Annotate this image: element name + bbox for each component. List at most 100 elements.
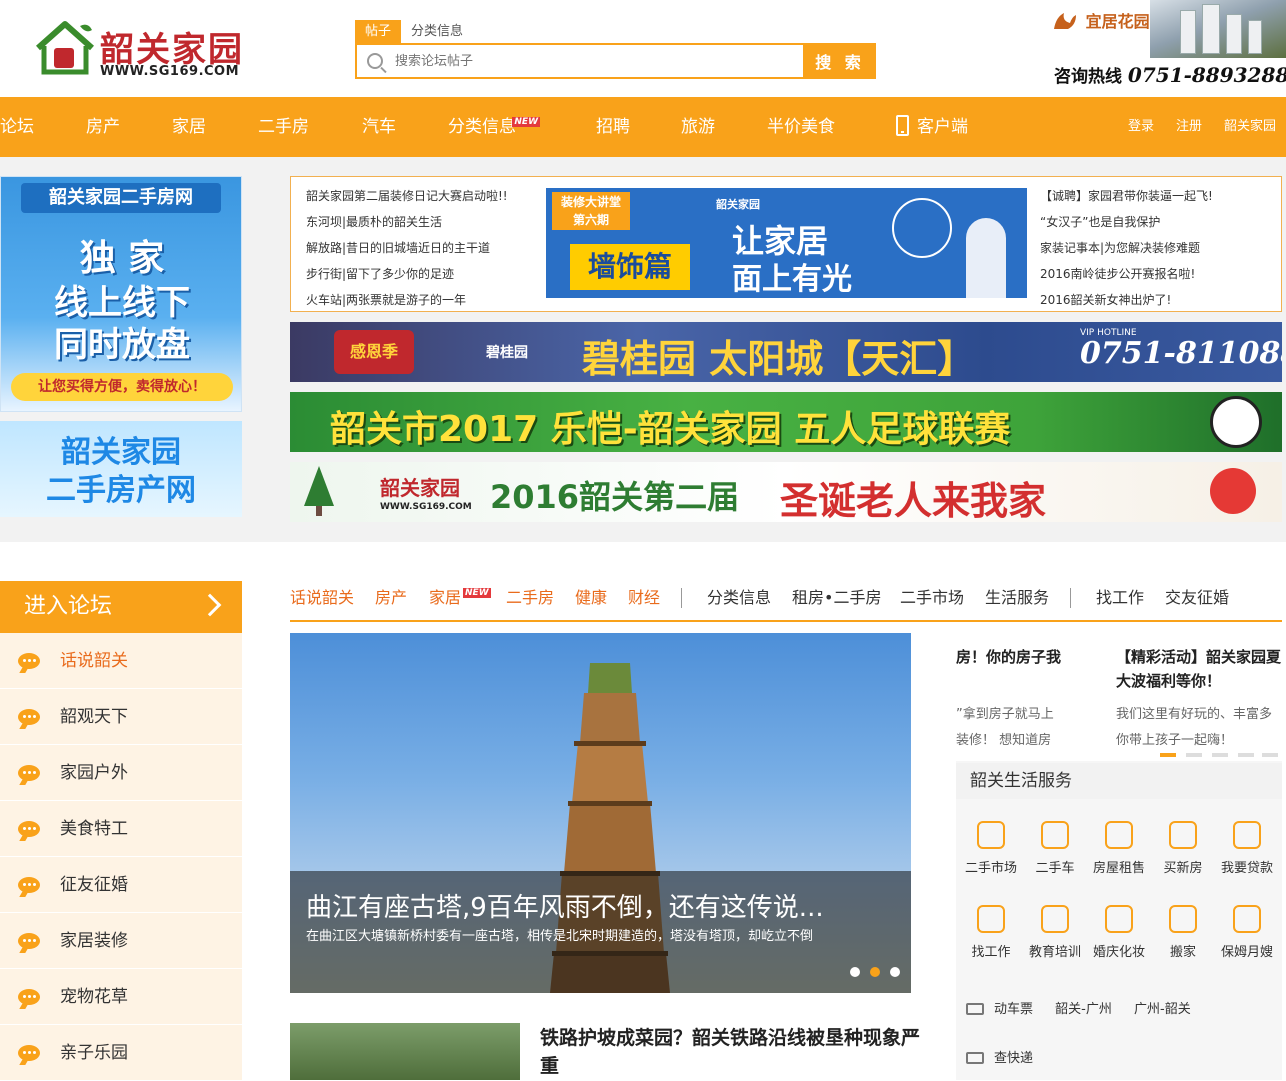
category-link[interactable]: 话说韶关 <box>290 584 354 608</box>
category-link[interactable]: 健康 <box>575 584 607 608</box>
decor-lecture-ad[interactable]: 装修大讲堂 第六期 墙饰篇 韶关家园 让家居 面上有光 <box>546 188 1027 298</box>
xmas-title1: 2016韶关第二届 <box>490 478 740 516</box>
banner-slogan: 让您买得方便，卖得放心！ <box>11 373 233 401</box>
divider <box>1070 588 1071 608</box>
login-link[interactable]: 登录 <box>1128 97 1154 157</box>
headline-link[interactable]: 家装记事本|为您解决装修难题 <box>1040 235 1213 261</box>
hero-caption: 曲江有座古塔,9百年风雨不倒，还有这传说... 在曲江区大塘镇新桥村委有一座古塔… <box>290 871 911 993</box>
christmas-tree-icon <box>304 466 334 516</box>
headline-link[interactable]: 韶关家园第二届装修日记大赛启动啦!! <box>306 183 508 209</box>
service-nanny[interactable]: 保姆月嫂 <box>1215 905 1279 960</box>
headline-link[interactable]: 解放路|昔日的旧城墙近日的主干道 <box>306 235 508 261</box>
sidebar-item[interactable]: 家园户外 <box>0 745 242 801</box>
search-tab-posts[interactable]: 帖子 <box>355 20 402 44</box>
search-tab-classified[interactable]: 分类信息 <box>401 20 473 44</box>
category-link[interactable]: 交友征婚 <box>1165 584 1229 608</box>
service-moving[interactable]: 搬家 <box>1151 905 1215 960</box>
sidebar-item[interactable]: 美食特工 <box>0 801 242 857</box>
register-link[interactable]: 注册 <box>1176 97 1202 157</box>
train-route[interactable]: 广州-韶关 <box>1134 1002 1191 1017</box>
country-garden-banner[interactable]: 感恩季 碧桂园 碧桂园 太阳城【天汇】 VIP HOTLINE 0751-811… <box>290 322 1282 382</box>
service-wedding[interactable]: 婚庆化妆 <box>1087 905 1151 960</box>
main-nav: 论坛 房产 家居 二手房 汽车 分类信息 NEW 招聘 旅游 半价美食 客户端 … <box>0 97 1286 157</box>
category-link[interactable]: 分类信息 <box>707 584 771 608</box>
express-label[interactable]: 查快递 <box>994 1051 1033 1066</box>
nav-classified[interactable]: 分类信息 NEW <box>448 97 540 157</box>
sidebar-item[interactable]: 宠物花草 <box>0 969 242 1025</box>
service-jobs[interactable]: 找工作 <box>959 905 1023 960</box>
nav-realestate[interactable]: 房产 <box>86 97 120 157</box>
service-label: 找工作 <box>971 945 1011 960</box>
nav-app[interactable]: 客户端 <box>896 97 968 157</box>
category-link[interactable]: 二手房 <box>506 584 554 608</box>
slider-pager[interactable] <box>1186 753 1202 757</box>
sidebar-item[interactable]: 征友征婚 <box>0 857 242 913</box>
nav-food[interactable]: 半价美食 <box>767 97 835 157</box>
nav-home[interactable]: 家居 <box>172 97 206 157</box>
headline-link[interactable]: “女汉子”也是自我保护 <box>1040 209 1213 235</box>
sidebar-item[interactable]: 亲子乐园 <box>0 1025 242 1081</box>
slider-pager[interactable] <box>1262 753 1278 757</box>
service-label: 婚庆化妆 <box>1092 945 1145 960</box>
headline-link[interactable]: 火车站|两张票就是游子的一年 <box>306 287 508 311</box>
enter-forum-button[interactable]: 进入论坛 <box>0 581 242 633</box>
train-label[interactable]: 动车票 <box>994 1002 1033 1017</box>
hotline-label: 咨询热线 <box>1054 67 1122 87</box>
headline-link[interactable]: 2016南岭徒步公开赛报名啦! <box>1040 261 1213 287</box>
category-link[interactable]: 财经 <box>628 584 660 608</box>
headline-link[interactable]: 东河坝|最质朴的韶关生活 <box>306 209 508 235</box>
football-league-banner[interactable]: 韶关市2017 乐恺-韶关家园 五人足球联赛 <box>290 392 1282 452</box>
slider-pager[interactable] <box>1212 753 1228 757</box>
secondhand-property-banner[interactable]: 韶关家园 二手房产网 <box>0 421 242 517</box>
nav-auto[interactable]: 汽车 <box>362 97 396 157</box>
hero-slider[interactable]: 曲江有座古塔,9百年风雨不倒，还有这传说... 在曲江区大塘镇新桥村委有一座古塔… <box>290 633 911 993</box>
right-column: 房！你的房子我 ”拿到房子就马上 装修！ 想知道房 【精彩活动】韶关家园夏 大波… <box>956 633 1282 1080</box>
category-link[interactable]: 租房•二手房 <box>792 584 881 608</box>
nav-travel[interactable]: 旅游 <box>681 97 715 157</box>
service-rent[interactable]: 房屋租售 <box>1087 821 1151 876</box>
train-route[interactable]: 韶关-广州 <box>1055 1002 1112 1017</box>
activity-slider[interactable]: 房！你的房子我 ”拿到房子就马上 装修！ 想知道房 【精彩活动】韶关家园夏 大波… <box>956 633 1282 761</box>
site-logo[interactable]: 韶关家园 WWW.SG169.COM <box>34 18 254 84</box>
category-link[interactable]: 找工作 <box>1096 584 1144 608</box>
slider-dot[interactable] <box>890 967 900 977</box>
category-link[interactable]: 房产 <box>375 584 407 608</box>
logo-url: WWW.SG169.COM <box>100 64 240 79</box>
category-link[interactable]: 二手市场 <box>900 584 964 608</box>
search-button[interactable]: 搜 索 <box>804 43 876 79</box>
headline-link[interactable]: 步行街|留下了多少你的足迹 <box>306 261 508 287</box>
news-title[interactable]: 铁路护坡成菜园？韶关铁路沿线被垦种现象严重 <box>540 1024 920 1080</box>
category-link[interactable]: 家居 NEW <box>429 584 491 608</box>
slide-desc: 我们这里有好玩的、丰富多 <box>1116 707 1273 722</box>
headlines-right: 【诚聘】家园君带你装逼一起飞! “女汉子”也是自我保护 家装记事本|为您解决装修… <box>1040 183 1213 311</box>
slider-dot[interactable] <box>850 967 860 977</box>
nav-secondhand-house[interactable]: 二手房 <box>258 97 309 157</box>
slider-pager[interactable] <box>1238 753 1254 757</box>
slider-pager-active[interactable] <box>1160 753 1176 757</box>
sidebar-item[interactable]: 韶观天下 <box>0 689 242 745</box>
sidebar-item[interactable]: 话说韶关 <box>0 633 242 689</box>
promo-building-image[interactable] <box>1150 0 1286 58</box>
nav-jobs[interactable]: 招聘 <box>596 97 630 157</box>
hero-title[interactable]: 曲江有座古塔,9百年风雨不倒，还有这传说... <box>306 887 824 924</box>
christmas-banner[interactable]: 韶关家园 WWW.SG169.COM 2016韶关第二届 圣诞老人来我家 <box>290 462 1282 522</box>
nav-forum[interactable]: 论坛 <box>0 97 34 157</box>
site-home-link[interactable]: 韶关家园 <box>1224 97 1276 157</box>
search-input[interactable] <box>395 50 795 72</box>
slider-dot-active[interactable] <box>870 967 880 977</box>
secondhand-house-banner[interactable]: 韶关家园二手房网 独 家 线上线下 同时放盘 让您买得方便，卖得放心！ <box>0 176 242 412</box>
service-used-car[interactable]: 二手车 <box>1023 821 1087 876</box>
chat-bubble-icon <box>18 709 40 725</box>
news-thumbnail[interactable] <box>290 1023 520 1080</box>
service-education[interactable]: 教育培训 <box>1023 905 1087 960</box>
service-loan[interactable]: 我要贷款 <box>1215 821 1279 876</box>
service-new-house[interactable]: 买新房 <box>1151 821 1215 876</box>
sidebar-item[interactable]: 家居装修 <box>0 913 242 969</box>
slide-title: 房！你的房子我 <box>956 648 1062 666</box>
category-link[interactable]: 生活服务 <box>985 584 1049 608</box>
box-icon <box>1233 905 1261 933</box>
headline-link[interactable]: 2016韶关新女神出炉了! <box>1040 287 1213 311</box>
ad-brand: 韶关家园 <box>716 198 760 211</box>
service-secondhand-market[interactable]: 二手市场 <box>959 821 1023 876</box>
headline-link[interactable]: 【诚聘】家园君带你装逼一起飞! <box>1040 183 1213 209</box>
